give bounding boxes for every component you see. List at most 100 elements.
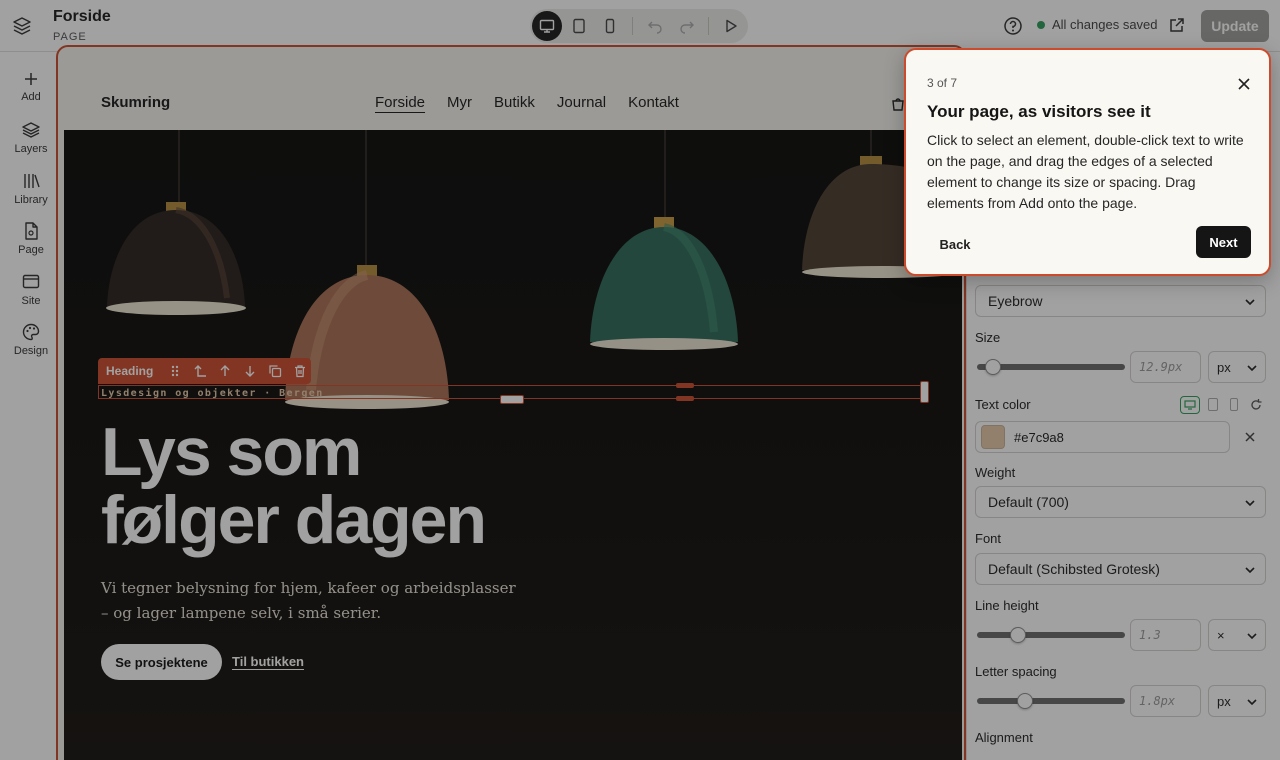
selection-toolbar: Heading [98,358,311,384]
pendant-lamp-image [590,217,738,350]
spacing-handle-top[interactable] [676,383,694,388]
palette-icon [22,323,40,341]
preview-play-icon[interactable] [716,11,746,41]
site-brand[interactable]: Skumring [101,94,170,111]
tablet-icon[interactable] [564,11,594,41]
page-type-label: PAGE [53,31,87,43]
lamp-cord [178,130,180,206]
site-nav: Forside Myr Butikk Journal Kontakt [375,94,679,111]
chevron-down-icon [1245,567,1255,574]
select-parent-icon[interactable] [190,362,209,381]
nav-link-myr[interactable]: Myr [447,94,472,111]
rail-item-library[interactable]: Library [0,171,62,206]
device-toolbar [530,9,748,43]
alignment-label: Alignment [975,730,1033,745]
nav-link-forside[interactable]: Forside [375,94,425,111]
library-icon [24,174,40,188]
delete-icon[interactable] [290,362,309,381]
letter-spacing-unit-select[interactable]: px [1208,685,1266,717]
undo-icon[interactable] [640,11,670,41]
text-color-label: Text color [975,397,1031,412]
slider-thumb[interactable] [985,359,1001,375]
move-up-icon[interactable] [215,362,234,381]
drag-handle-icon[interactable] [165,362,184,381]
text-style-select[interactable]: Eyebrow [975,285,1266,317]
external-link-icon[interactable] [1168,16,1186,34]
close-icon[interactable] [1236,76,1252,92]
size-unit-select[interactable]: px [1208,351,1266,383]
duplicate-icon[interactable] [265,362,284,381]
spacing-handle-bottom[interactable] [676,396,694,401]
rail-item-layers[interactable]: Layers [0,120,62,155]
rail-label: Library [14,194,48,206]
hero-heading-line: Lys som [101,414,362,490]
rail-label: Layers [14,143,48,155]
save-status: All changes saved [1037,17,1158,32]
mobile-icon[interactable] [595,11,625,41]
tour-step-counter: 3 of 7 [927,76,958,90]
nav-link-kontakt[interactable]: Kontakt [628,94,679,111]
nav-link-butikk[interactable]: Butikk [494,94,535,111]
hero-heading[interactable]: Lys som følger dagen [101,414,487,554]
text-color-field[interactable]: #e7c9a8 [975,421,1230,453]
pendant-lamp-image [106,202,246,315]
tour-title: Your page, as visitors see it [927,102,1151,121]
letter-spacing-slider[interactable] [977,693,1125,709]
slider-thumb[interactable] [1010,627,1026,643]
color-hex-value: #e7c9a8 [1014,429,1064,445]
tour-back-button[interactable]: Back [928,228,982,260]
page-title: Forside [53,8,111,25]
resize-handle-right[interactable] [920,381,929,403]
secondary-cta-link[interactable]: Til butikken [232,654,304,669]
clear-color-icon[interactable] [1243,429,1257,443]
move-down-icon[interactable] [240,362,259,381]
tour-body: Click to select an element, double-click… [927,132,1244,211]
line-height-input[interactable]: 1.3 [1130,619,1201,651]
primary-cta-button[interactable]: Se prosjektene [101,644,222,680]
weight-label: Weight [975,465,1016,480]
chevron-down-icon [1247,633,1257,640]
nav-link-journal[interactable]: Journal [557,94,606,111]
site-header: Skumring Forside Myr Butikk Journal Kont… [64,52,962,130]
font-select[interactable]: Default (Schibsted Grotesk) [975,553,1266,585]
desktop-breakpoint-icon[interactable] [1180,396,1200,414]
hero-lede[interactable]: Vi tegner belysning for hjem, kafeer og … [101,576,521,626]
weight-select[interactable]: Default (700) [975,486,1266,518]
slider-thumb[interactable] [1017,693,1033,709]
help-icon[interactable] [1003,16,1023,36]
size-input[interactable]: 12.9px [1130,351,1201,383]
resize-handle-bottom[interactable] [500,395,524,404]
layers-menu-icon[interactable] [10,14,34,38]
line-height-unit-select[interactable]: × [1208,619,1266,651]
reset-icon[interactable] [1249,397,1263,411]
select-value: Eyebrow [988,293,1043,309]
redo-icon[interactable] [672,11,702,41]
rail-item-site[interactable]: Site [0,272,62,307]
selection-label: Heading [106,364,154,378]
rail-item-design[interactable]: Design [0,322,62,357]
letter-spacing-input[interactable]: 1.8px [1130,685,1201,717]
rail-item-add[interactable]: Add [0,70,62,103]
mobile-breakpoint-icon[interactable] [1230,398,1238,411]
tour-next-button[interactable]: Next [1196,226,1251,258]
plus-icon [25,73,37,85]
size-label: Size [975,330,1001,345]
select-value: Default (Schibsted Grotesk) [988,561,1160,577]
size-slider[interactable] [977,359,1125,375]
color-swatch[interactable] [981,425,1005,449]
select-value: Default (700) [988,494,1069,510]
rail-label: Design [13,345,49,357]
rail-label: Site [21,295,41,307]
rail-label: Page [18,244,44,256]
hero-section[interactable]: Lysdesign og objekter · Bergen Lys som f… [64,130,962,760]
rail-item-page[interactable]: Page [0,221,62,256]
rail-label: Add [21,91,41,103]
onboarding-tour-popover: 3 of 7 Your page, as visitors see it Cli… [904,48,1271,276]
tablet-breakpoint-icon[interactable] [1208,398,1218,411]
unit-value: px [1217,693,1231,709]
line-height-slider[interactable] [977,627,1125,643]
chevron-down-icon [1247,365,1257,372]
desktop-icon[interactable] [532,11,562,41]
chevron-down-icon [1247,699,1257,706]
update-button[interactable]: Update [1201,10,1269,42]
